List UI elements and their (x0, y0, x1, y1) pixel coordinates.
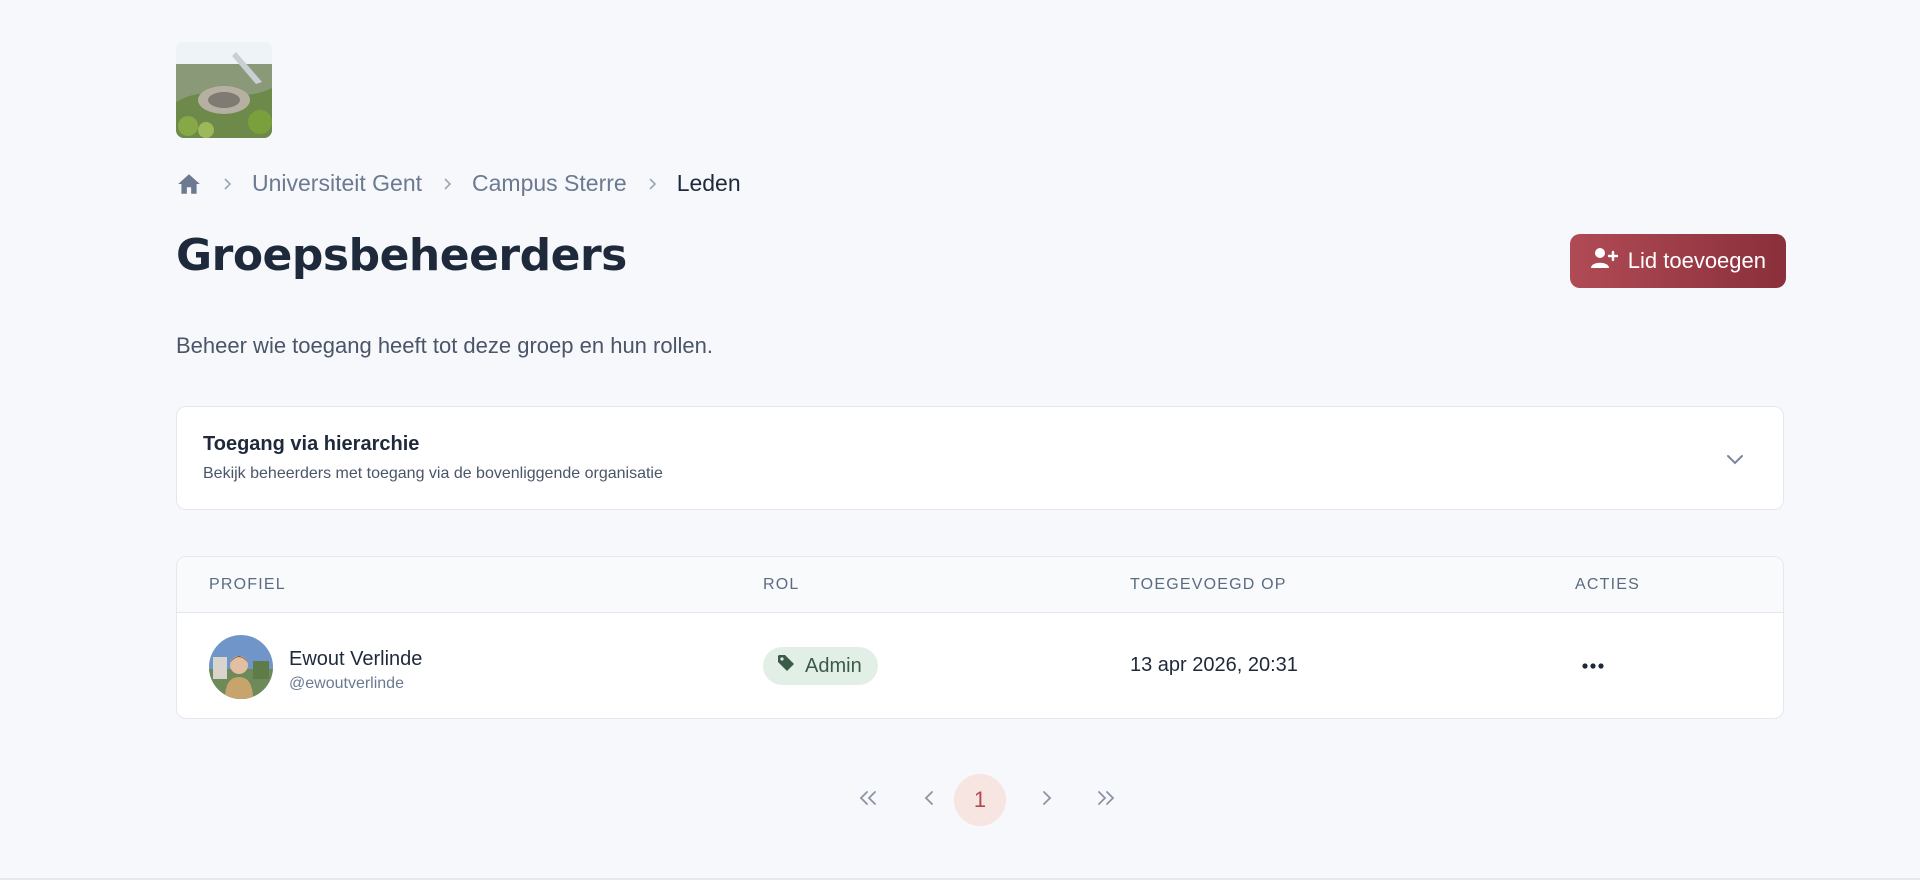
column-header-actions: ACTIES (1575, 576, 1640, 593)
chevron-left-icon (923, 790, 935, 811)
table-row: Ewout Verlinde @ewoutverlinde Admin 13 a… (177, 612, 1783, 718)
column-header-role: ROL (763, 576, 800, 593)
row-actions-button[interactable] (1575, 648, 1611, 684)
home-icon[interactable] (176, 171, 202, 197)
breadcrumb: Universiteit Gent Campus Sterre Leden (176, 170, 741, 197)
chevron-right-icon (1041, 790, 1053, 811)
hierarchy-title: Toegang via hierarchie (203, 433, 420, 455)
add-member-button[interactable]: Lid toevoegen (1569, 234, 1786, 288)
first-page-button[interactable] (850, 774, 886, 826)
group-image (176, 42, 272, 138)
chevron-right-icon (220, 177, 234, 191)
chevrons-left-icon (858, 790, 878, 811)
chevron-right-icon (645, 177, 659, 191)
chevrons-right-icon (1096, 790, 1116, 811)
avatar (209, 635, 273, 699)
page-title: Groepsbeheerders (176, 230, 627, 281)
chevron-down-icon[interactable] (1723, 447, 1747, 471)
role-label: Admin (805, 654, 862, 677)
user-plus-icon (1590, 246, 1618, 276)
member-name: Ewout Verlinde (289, 648, 423, 670)
tag-icon (777, 654, 795, 678)
table-header: PROFIEL ROL TOEGEVOEGD OP ACTIES (177, 557, 1783, 613)
pagination: 1 (176, 774, 1784, 826)
add-member-label: Lid toevoegen (1627, 248, 1766, 273)
previous-page-button[interactable] (911, 774, 947, 826)
column-header-added: TOEGEVOEGD OP (1130, 576, 1287, 593)
member-handle: @ewoutverlinde (289, 675, 404, 692)
breadcrumb-item-universiteit[interactable]: Universiteit Gent (252, 170, 422, 197)
more-horizontal-icon (1582, 657, 1604, 675)
breadcrumb-item-current: Leden (676, 170, 741, 196)
breadcrumb-item-campus[interactable]: Campus Sterre (472, 170, 627, 197)
next-page-button[interactable] (1029, 774, 1065, 826)
chevron-right-icon (440, 177, 454, 191)
page-subtitle: Beheer wie toegang heeft tot deze groep … (176, 333, 713, 358)
page-1-button[interactable]: 1 (954, 774, 1006, 826)
last-page-button[interactable] (1088, 774, 1124, 826)
role-badge: Admin (763, 647, 878, 685)
column-header-profile: PROFIEL (209, 576, 286, 593)
added-date: 13 apr 2026, 20:31 (1130, 654, 1298, 676)
members-table: PROFIEL ROL TOEGEVOEGD OP ACTIES Ewout V… (176, 556, 1784, 719)
hierarchy-description: Bekijk beheerders met toegang via de bov… (203, 465, 663, 482)
hierarchy-access-panel[interactable]: Toegang via hierarchie Bekijk beheerders… (176, 406, 1784, 510)
